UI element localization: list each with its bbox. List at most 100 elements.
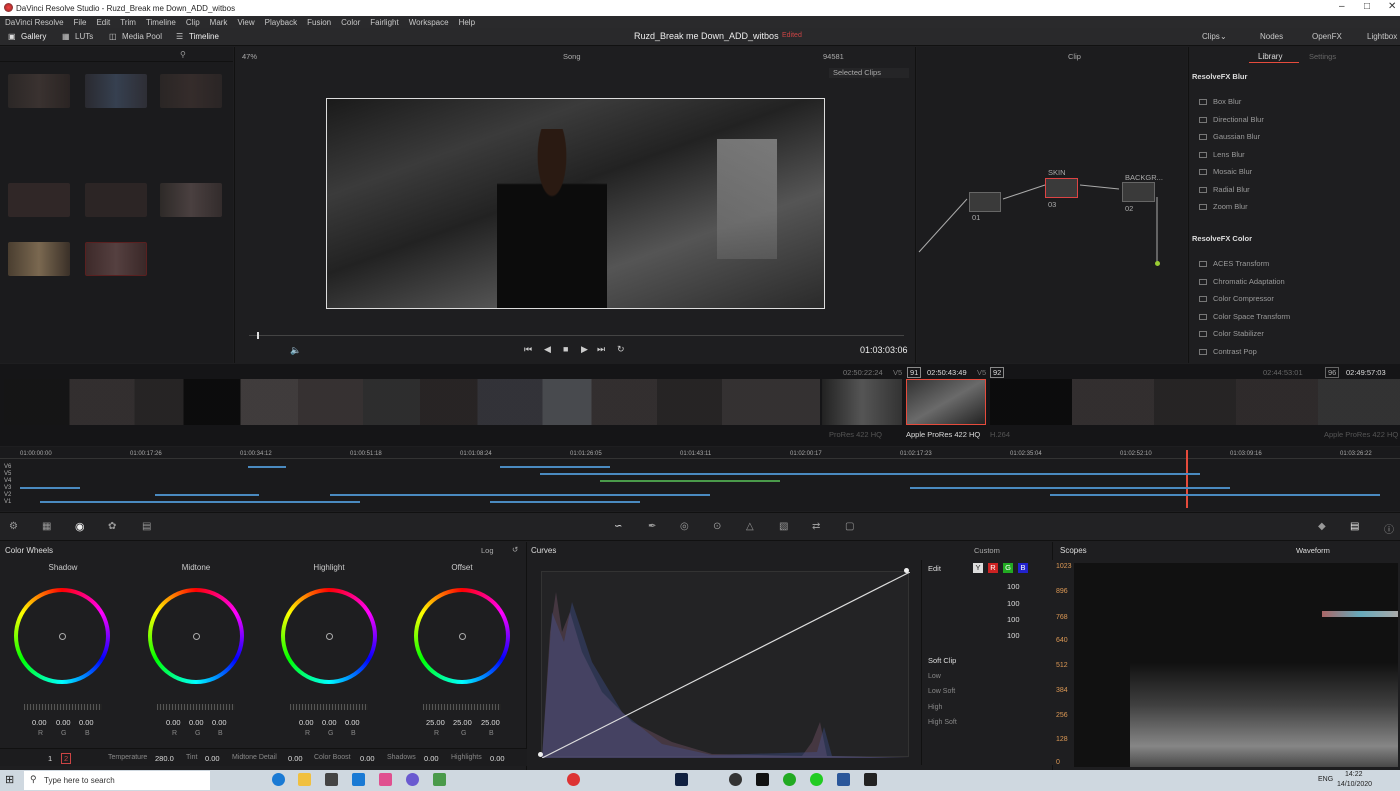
wheels-reset-icon[interactable]: ↺ <box>512 545 518 554</box>
fx-mosaic-blur[interactable]: Mosaic Blur <box>1213 167 1252 176</box>
skip-start-icon[interactable]: ⏮ <box>524 344 532 355</box>
info-icon[interactable]: ⓘ <box>1384 521 1394 536</box>
fx-chromatic-adaptation[interactable]: Chromatic Adaptation <box>1213 277 1285 286</box>
shadow-r[interactable]: 0.00 <box>32 718 47 727</box>
lightbox-button[interactable]: Lightbox <box>1367 32 1397 41</box>
shadow-wheel[interactable] <box>14 588 110 684</box>
menu-workspace[interactable]: Workspace <box>404 16 454 27</box>
stop-icon[interactable]: ■ <box>563 344 568 354</box>
gallery-button[interactable]: Gallery <box>21 32 46 41</box>
menu-trim[interactable]: Trim <box>115 16 141 27</box>
taskbar-app-icon[interactable] <box>272 773 285 786</box>
window-icon[interactable]: ◎ <box>680 521 689 532</box>
sizing-icon[interactable]: ▢ <box>845 521 854 532</box>
taskbar-app-icon[interactable] <box>298 773 311 786</box>
clip-thumb-91[interactable] <box>822 379 902 425</box>
color-match-icon[interactable]: ▦ <box>42 521 51 532</box>
play-reverse-icon[interactable]: ◀ <box>544 344 551 355</box>
skip-end-icon[interactable]: ⏭ <box>597 344 605 355</box>
edit-y-button[interactable]: Y <box>973 563 983 573</box>
offset-g[interactable]: 25.00 <box>453 718 472 727</box>
edit-b-button[interactable]: B <box>1018 563 1028 573</box>
blur-icon[interactable]: ▧ <box>779 521 788 532</box>
menu-davinci[interactable]: DaVinci Resolve <box>0 16 69 27</box>
fx-lens-blur[interactable]: Lens Blur <box>1213 150 1245 159</box>
magic-mask-icon[interactable]: △ <box>746 521 754 532</box>
taskbar-app-icon[interactable] <box>433 773 446 786</box>
color-boost-value[interactable]: 0.00 <box>360 754 375 763</box>
edit-b-value[interactable]: 100 <box>1007 631 1020 640</box>
selected-clips-dropdown[interactable]: Selected Clips <box>829 68 909 78</box>
menu-clip[interactable]: Clip <box>181 16 205 27</box>
edit-g-button[interactable]: G <box>1003 563 1013 573</box>
temperature-value[interactable]: 280.0 <box>155 754 174 763</box>
timeline-button[interactable]: Timeline <box>189 32 219 41</box>
node-skin[interactable] <box>1045 178 1078 198</box>
camera-raw-icon[interactable]: ⚙ <box>9 521 18 532</box>
still-1[interactable] <box>8 74 70 108</box>
edit-r-button[interactable]: R <box>988 563 998 573</box>
windows-start-icon[interactable]: ⊞ <box>5 773 14 786</box>
gallery-search-icon[interactable]: ⚲ <box>180 50 186 59</box>
midtone-wheel[interactable] <box>148 588 244 684</box>
midtone-b[interactable]: 0.00 <box>212 718 227 727</box>
timeline-clip[interactable] <box>910 487 1230 489</box>
zoom-level[interactable]: 47% <box>242 52 257 61</box>
fx-aces-transform[interactable]: ACES Transform <box>1213 259 1269 268</box>
wheel-handle[interactable] <box>193 633 200 640</box>
curve-point-end[interactable] <box>904 568 909 573</box>
menu-playback[interactable]: Playback <box>260 16 302 27</box>
curves-mode-dropdown[interactable]: Custom <box>974 546 1000 555</box>
edit-g-value[interactable]: 100 <box>1007 615 1020 624</box>
highlight-master-wheel[interactable] <box>290 704 368 710</box>
shadows-value[interactable]: 0.00 <box>424 754 439 763</box>
fx-color-stabilizer[interactable]: Color Stabilizer <box>1213 329 1264 338</box>
curves-icon[interactable]: ∽ <box>614 521 622 532</box>
clips-button[interactable]: Clips <box>1202 32 1220 41</box>
timeline-playhead[interactable] <box>1186 450 1188 508</box>
luts-button[interactable]: LUTs <box>75 32 93 41</box>
timeline-clip[interactable] <box>900 473 1200 475</box>
fx-color-space-transform[interactable]: Color Space Transform <box>1213 312 1290 321</box>
nodes-button[interactable]: Nodes <box>1260 32 1283 41</box>
wheel-handle[interactable] <box>59 633 66 640</box>
clip-thumbnails-right[interactable] <box>990 379 1400 425</box>
timeline-clip[interactable] <box>490 501 640 503</box>
offset-b[interactable]: 25.00 <box>481 718 500 727</box>
highlights-value[interactable]: 0.00 <box>490 754 505 763</box>
midtone-detail-value[interactable]: 0.00 <box>288 754 303 763</box>
fx-zoom-blur[interactable]: Zoom Blur <box>1213 202 1248 211</box>
timeline-clip[interactable] <box>1050 494 1380 496</box>
timeline-clip[interactable] <box>40 501 360 503</box>
fx-radial-blur[interactable]: Radial Blur <box>1213 185 1250 194</box>
qualifier-icon[interactable]: ✒ <box>648 521 656 532</box>
taskbar-app-icon[interactable] <box>379 773 392 786</box>
motion-effects-icon[interactable]: ▤ <box>142 521 151 532</box>
timeline-clip[interactable] <box>248 466 286 468</box>
taskbar-app-icon[interactable] <box>837 773 850 786</box>
shadow-b[interactable]: 0.00 <box>79 718 94 727</box>
scope-mode-dropdown[interactable]: Waveform <box>1296 546 1330 555</box>
library-tab[interactable]: Library <box>1258 52 1282 61</box>
timeline-clip[interactable] <box>330 494 710 496</box>
menu-file[interactable]: File <box>69 16 92 27</box>
menu-view[interactable]: View <box>232 16 259 27</box>
shadow-master-wheel[interactable] <box>24 704 102 710</box>
taskbar-app-icon[interactable] <box>352 773 365 786</box>
still-5[interactable] <box>85 183 147 217</box>
fx-contrast-pop[interactable]: Contrast Pop <box>1213 347 1257 356</box>
key-icon[interactable]: ⇄ <box>812 521 820 532</box>
still-7[interactable] <box>8 242 70 276</box>
fx-color-compressor[interactable]: Color Compressor <box>1213 294 1274 303</box>
maximize-button[interactable]: □ <box>1364 1 1370 12</box>
highlight-wheel[interactable] <box>281 588 377 684</box>
rgb-mixer-icon[interactable]: ✿ <box>108 521 116 532</box>
edit-y-value[interactable]: 100 <box>1007 582 1020 591</box>
minimize-button[interactable]: – <box>1339 1 1345 12</box>
midtone-g[interactable]: 0.00 <box>189 718 204 727</box>
curve-graph[interactable] <box>541 571 910 758</box>
offset-wheel[interactable] <box>414 588 510 684</box>
volume-icon[interactable]: 🔈 <box>290 345 301 356</box>
tint-value[interactable]: 0.00 <box>205 754 220 763</box>
node-background[interactable] <box>1122 182 1155 202</box>
